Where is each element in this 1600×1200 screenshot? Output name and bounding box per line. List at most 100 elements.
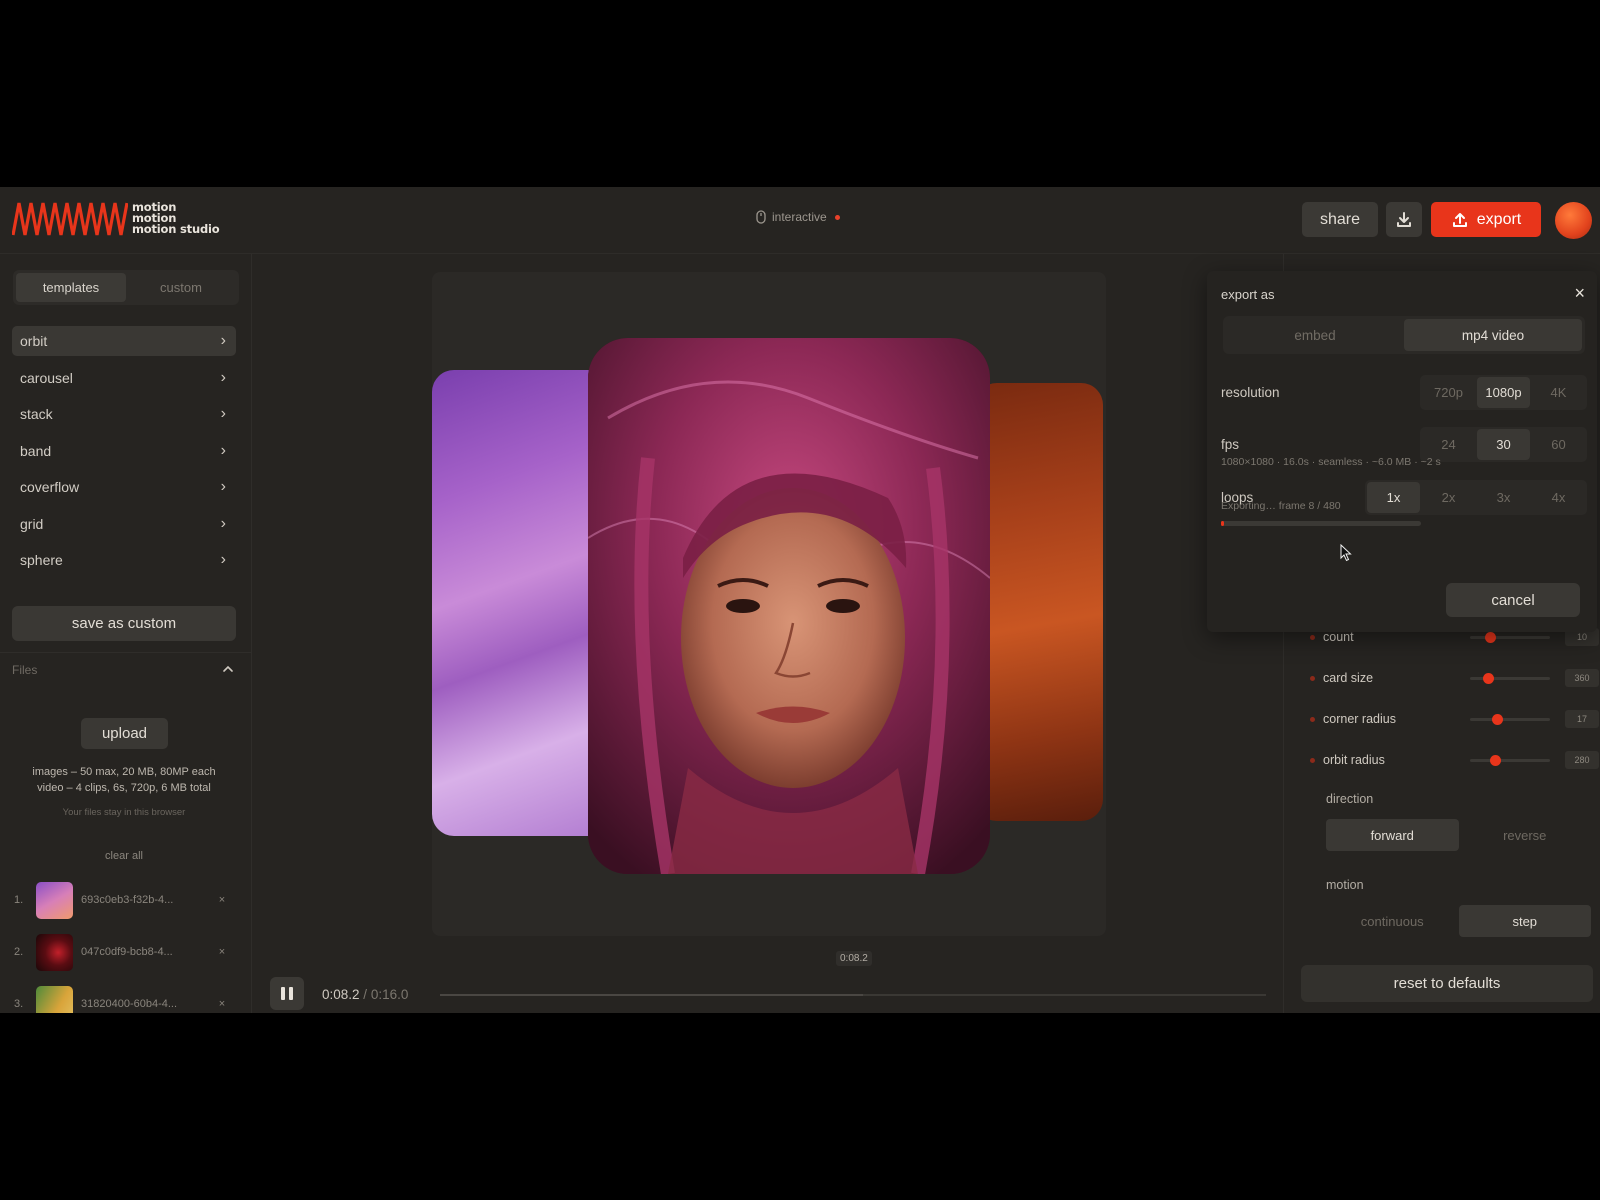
- template-label: band: [20, 442, 52, 459]
- mode-label: interactive: [772, 210, 827, 224]
- param-label: corner radius: [1323, 712, 1396, 726]
- loops-4x[interactable]: 4x: [1532, 482, 1585, 513]
- param-orbit-radius: orbit radius 280: [1310, 750, 1599, 770]
- export-button[interactable]: export: [1431, 202, 1541, 237]
- param-value[interactable]: 360: [1565, 669, 1599, 687]
- template-item-coverflow[interactable]: coverflow ›: [12, 472, 236, 502]
- video-limits-text: video – 4 clips, 6s, 720p, 6 MB total: [37, 782, 211, 794]
- image-limits-text: images – 50 max, 20 MB, 80MP each: [32, 766, 216, 778]
- tab-custom[interactable]: custom: [126, 273, 236, 302]
- tab-templates[interactable]: templates: [16, 273, 126, 302]
- share-button[interactable]: share: [1302, 202, 1378, 237]
- remove-file-icon[interactable]: ×: [216, 998, 228, 1010]
- timeline-progress: [440, 994, 864, 996]
- clear-all-button[interactable]: clear all: [0, 850, 248, 862]
- template-item-grid[interactable]: grid ›: [12, 509, 236, 539]
- param-value[interactable]: 17: [1565, 710, 1599, 728]
- time-display: 0:08.2 / 0:16.0: [322, 987, 408, 1002]
- chevron-up-icon[interactable]: [222, 663, 234, 675]
- orbit-radius-slider[interactable]: [1470, 754, 1550, 766]
- param-label: orbit radius: [1323, 753, 1385, 767]
- slider-knob[interactable]: [1492, 713, 1504, 725]
- template-item-band[interactable]: band ›: [12, 436, 236, 466]
- orbit-card-center[interactable]: [588, 338, 990, 874]
- download-button[interactable]: [1386, 202, 1422, 237]
- template-label: coverflow: [20, 479, 80, 495]
- export-progress-fill: [1221, 521, 1225, 526]
- close-icon[interactable]: ×: [1574, 283, 1585, 304]
- format-mp4-video[interactable]: mp4 video: [1404, 319, 1582, 351]
- chevron-right-icon: ›: [220, 368, 226, 386]
- direction-reverse[interactable]: reverse: [1459, 819, 1592, 851]
- remove-file-icon[interactable]: ×: [216, 946, 228, 958]
- motion-step[interactable]: step: [1458, 905, 1591, 937]
- param-label: card size: [1323, 671, 1374, 685]
- template-item-orbit[interactable]: orbit ›: [12, 326, 236, 356]
- upload-icon: [1452, 212, 1467, 227]
- file-item[interactable]: 1. 693c0eb3-f32b-4... ×: [14, 874, 234, 926]
- param-dot: [1310, 716, 1315, 722]
- chevron-right-icon: ›: [220, 514, 226, 532]
- format-embed[interactable]: embed: [1226, 319, 1404, 351]
- file-list: 1. 693c0eb3-f32b-4... × 2. 047c0df9-bcb8…: [14, 874, 234, 1013]
- sidebar-tabs: templates custom: [13, 270, 239, 305]
- direction-forward[interactable]: forward: [1326, 819, 1459, 851]
- motion-continuous[interactable]: continuous: [1326, 905, 1459, 937]
- files-section-header[interactable]: Files: [12, 663, 234, 677]
- loops-1x[interactable]: 1x: [1367, 482, 1420, 513]
- count-slider[interactable]: [1470, 631, 1550, 643]
- card-size-slider[interactable]: [1470, 672, 1550, 684]
- logo-text: motion motion motion studio: [132, 201, 220, 235]
- file-thumbnail: [36, 881, 73, 919]
- upload-button[interactable]: upload: [81, 718, 168, 749]
- reset-to-defaults-button[interactable]: reset to defaults: [1301, 965, 1593, 1002]
- timeline-scrubber[interactable]: [440, 994, 1266, 996]
- export-progress-bar: [1221, 521, 1421, 526]
- avatar[interactable]: [1555, 202, 1592, 239]
- file-thumbnail: [36, 985, 73, 1013]
- slider-knob[interactable]: [1485, 631, 1496, 643]
- template-item-carousel[interactable]: carousel ›: [12, 363, 236, 393]
- fps-60[interactable]: 60: [1532, 429, 1585, 460]
- file-index: 1.: [14, 894, 24, 906]
- chevron-right-icon: ›: [220, 551, 226, 568]
- template-item-sphere[interactable]: sphere ›: [12, 545, 236, 575]
- fps-30[interactable]: 30: [1477, 429, 1530, 460]
- cancel-export-button[interactable]: cancel: [1446, 583, 1580, 617]
- mouse-cursor-icon: [1340, 544, 1352, 562]
- resolution-label: resolution: [1221, 385, 1280, 400]
- slider-knob[interactable]: [1489, 754, 1501, 766]
- loops-2x[interactable]: 2x: [1422, 482, 1475, 513]
- remove-file-icon[interactable]: ×: [216, 894, 228, 906]
- file-item[interactable]: 2. 047c0df9-bcb8-4... ×: [14, 926, 234, 978]
- file-name: 047c0df9-bcb8-4...: [81, 946, 173, 958]
- mouse-icon: [756, 210, 766, 224]
- resolution-720p[interactable]: 720p: [1422, 377, 1475, 408]
- direction-label: direction: [1326, 792, 1374, 806]
- file-index: 3.: [14, 998, 24, 1010]
- share-label: share: [1319, 210, 1361, 228]
- chevron-right-icon: ›: [220, 332, 226, 349]
- direction-toggle: forward reverse: [1326, 819, 1591, 851]
- resolution-1080p[interactable]: 1080p: [1477, 377, 1530, 408]
- template-label: orbit: [20, 333, 48, 349]
- file-index: 2.: [14, 946, 24, 958]
- total-time: 0:16.0: [370, 987, 409, 1002]
- file-item[interactable]: 3. 31820400-60b4-4... ×: [14, 978, 234, 1013]
- param-dot: [1310, 675, 1315, 681]
- slider-knob[interactable]: [1482, 672, 1494, 684]
- chevron-right-icon: ›: [220, 405, 226, 422]
- corner-radius-slider[interactable]: [1470, 713, 1550, 725]
- template-list: orbit › carousel › stack › band › coverf…: [12, 326, 236, 582]
- param-dot: [1310, 757, 1315, 763]
- param-value[interactable]: 280: [1565, 751, 1599, 769]
- template-item-stack[interactable]: stack ›: [12, 399, 236, 429]
- files-title: Files: [12, 663, 38, 677]
- param-dot: [1310, 634, 1315, 640]
- resolution-4k[interactable]: 4K: [1532, 377, 1585, 408]
- resolution-row: resolution 720p 1080p 4K: [1221, 375, 1587, 410]
- mode-indicator: interactive: [756, 210, 840, 224]
- save-as-custom-button[interactable]: save as custom: [12, 606, 236, 641]
- pause-button[interactable]: [270, 977, 304, 1010]
- loops-3x[interactable]: 3x: [1477, 482, 1530, 513]
